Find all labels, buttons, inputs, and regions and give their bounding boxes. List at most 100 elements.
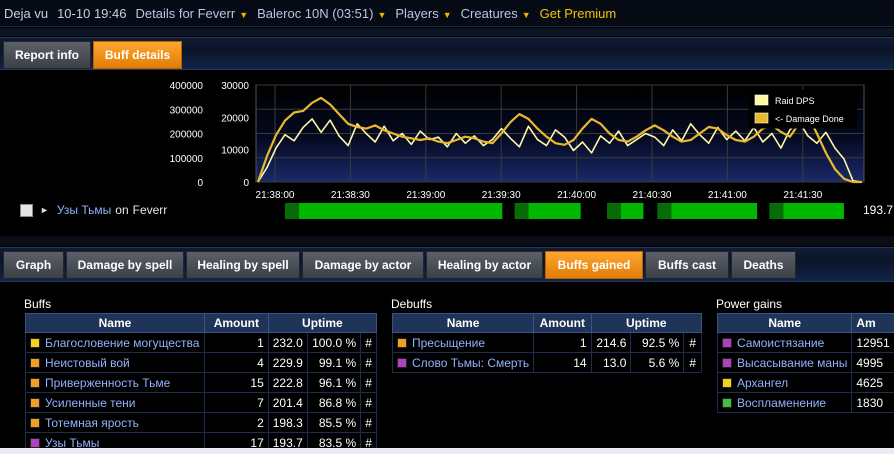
details-link[interactable]: #: [360, 392, 377, 413]
details-link[interactable]: #: [360, 332, 377, 353]
buff-name[interactable]: Благословение могущества: [45, 336, 199, 350]
buff-name-cell[interactable]: Пресыщение: [391, 332, 535, 353]
table-row[interactable]: Архангел 4625: [716, 372, 894, 393]
table-row[interactable]: Неистовый вой 4 229.9 99.1 % #: [25, 352, 377, 373]
uptime-seconds-cell: 198.3: [267, 412, 308, 433]
uptime-segment-fade: [657, 203, 672, 219]
buff-color-swatch: [397, 357, 407, 368]
amount-cell: 15: [203, 372, 269, 393]
column-header-amount[interactable]: Amount: [203, 313, 269, 333]
table-row[interactable]: Тотемная ярость 2 198.3 85.5 % #: [25, 412, 377, 433]
buff-color-swatch: [30, 417, 40, 428]
encounter-menu[interactable]: Baleroc 10N (03:51) ▼: [257, 6, 386, 21]
y-right-tick-label: 10000: [221, 146, 249, 157]
column-header-name[interactable]: Name: [391, 313, 535, 333]
buff-name[interactable]: Пресыщение: [412, 336, 485, 350]
power-gains-header-row: Name Am: [716, 313, 894, 333]
column-header-amount[interactable]: Am: [851, 313, 894, 333]
tab-report-info[interactable]: Report info: [3, 41, 91, 69]
buffs-content: Buffs Name Amount Uptime Благословение м…: [0, 283, 894, 454]
tab-buffs-gained[interactable]: Buffs gained: [545, 251, 643, 279]
tab-healing-by-spell[interactable]: Healing by spell: [186, 251, 300, 279]
details-link[interactable]: #: [683, 332, 702, 353]
buff-checkbox[interactable]: [20, 203, 33, 217]
power-name[interactable]: Самоистязание: [737, 336, 824, 350]
table-row[interactable]: Слово Тьмы: Смерть 14 13.0 5.6 % #: [391, 352, 702, 373]
buff-name-cell[interactable]: Тотемная ярость: [25, 412, 205, 433]
uptime-seconds-cell: 229.9: [267, 352, 308, 373]
buff-name[interactable]: Слово Тьмы: Смерть: [412, 356, 529, 370]
buff-name-cell[interactable]: Благословение могущества: [25, 332, 205, 353]
buff-name-cell[interactable]: Слово Тьмы: Смерть: [391, 352, 535, 373]
players-menu[interactable]: Players ▼: [395, 6, 451, 21]
table-row[interactable]: Воспламенение 1830: [716, 392, 894, 413]
table-row[interactable]: Высасывание маны 4995: [716, 352, 894, 373]
column-header-uptime[interactable]: Uptime: [267, 313, 378, 333]
buffs-title: Buffs: [24, 297, 52, 311]
get-premium-link[interactable]: Get Premium: [540, 6, 617, 21]
tab-healing-by-actor[interactable]: Healing by actor: [426, 251, 543, 279]
table-row[interactable]: Приверженность Тьме 15 222.8 96.1 % #: [25, 372, 377, 393]
x-tick-label: 21:41:00: [708, 190, 747, 201]
buff-name-cell[interactable]: Приверженность Тьме: [25, 372, 205, 393]
power-gains-title: Power gains: [716, 297, 783, 311]
buffs-table: Name Amount Uptime Благословение могущес…: [25, 313, 378, 453]
x-tick-label: 21:38:00: [256, 190, 295, 201]
tab-damage-by-actor[interactable]: Damage by actor: [302, 251, 424, 279]
details-link[interactable]: #: [360, 352, 377, 373]
buff-color-swatch: [30, 397, 40, 408]
chevron-down-icon: ▼: [442, 9, 452, 20]
column-header-uptime[interactable]: Uptime: [590, 313, 703, 333]
creatures-menu[interactable]: Creatures ▼: [461, 6, 531, 21]
tab-deaths[interactable]: Deaths: [731, 251, 796, 279]
power-color-swatch: [722, 377, 732, 388]
uptime-percent-cell: 5.6 %: [630, 352, 685, 373]
buff-name[interactable]: Неистовый вой: [45, 356, 130, 370]
report-menu[interactable]: Details for Feverr ▼: [135, 6, 248, 21]
table-row[interactable]: Благословение могущества 1 232.0 100.0 % #: [25, 332, 377, 353]
y-right-tick-label: 20000: [221, 113, 249, 124]
tab-damage-by-spell[interactable]: Damage by spell: [66, 251, 184, 279]
buff-color-swatch: [30, 337, 40, 348]
details-link[interactable]: #: [360, 372, 377, 393]
y-left-tick-label: 200000: [170, 130, 204, 141]
uptime-percent-cell: 96.1 %: [306, 372, 362, 393]
table-row[interactable]: Пресыщение 1 214.6 92.5 % #: [391, 332, 702, 353]
buff-name-cell[interactable]: Усиленные тени: [25, 392, 205, 413]
column-header-name[interactable]: Name: [25, 313, 205, 333]
power-name-cell[interactable]: Высасывание маны: [716, 352, 853, 373]
buff-name[interactable]: Тотемная ярость: [45, 416, 139, 430]
power-amount-cell: 4995: [851, 352, 894, 373]
damage-chart: 4000003000002000001000000300002000010000…: [170, 81, 865, 201]
y-left-tick-label: 400000: [170, 81, 204, 92]
power-name[interactable]: Высасывание маны: [737, 356, 847, 370]
uptime-percent-cell: 85.5 %: [306, 412, 362, 433]
buff-name-cell[interactable]: Неистовый вой: [25, 352, 205, 373]
power-name[interactable]: Воспламенение: [737, 396, 826, 410]
power-name[interactable]: Архангел: [737, 376, 788, 390]
table-row[interactable]: Самоистязание 12951: [716, 332, 894, 353]
uptime-percent-cell: 99.1 %: [306, 352, 362, 373]
uptime-segment: [285, 203, 503, 219]
uptime-segment-fade: [285, 203, 299, 219]
buff-name[interactable]: Приверженность Тьме: [45, 376, 170, 390]
header-divider: [0, 28, 894, 36]
details-link[interactable]: #: [360, 412, 377, 433]
tab-buff-details[interactable]: Buff details: [93, 41, 182, 69]
power-name-cell[interactable]: Архангел: [716, 372, 853, 393]
tab-graph[interactable]: Graph: [3, 251, 64, 279]
column-header-amount[interactable]: Amount: [533, 313, 592, 333]
tab-buffs-cast[interactable]: Buffs cast: [645, 251, 729, 279]
details-link[interactable]: #: [683, 352, 702, 373]
power-name-cell[interactable]: Самоистязание: [716, 332, 853, 353]
power-name-cell[interactable]: Воспламенение: [716, 392, 853, 413]
buff-name[interactable]: Усиленные тени: [45, 396, 135, 410]
column-header-name[interactable]: Name: [716, 313, 853, 333]
expand-arrow-icon[interactable]: ►: [40, 205, 49, 215]
table-row[interactable]: Усиленные тени 7 201.4 86.8 % #: [25, 392, 377, 413]
y-left-tick-label: 300000: [170, 105, 204, 116]
uptime-seconds-cell: 201.4: [267, 392, 308, 413]
buff-color-swatch: [30, 437, 40, 448]
amount-cell: 4: [203, 352, 269, 373]
buff-link[interactable]: Узы Тьмы: [57, 203, 111, 217]
